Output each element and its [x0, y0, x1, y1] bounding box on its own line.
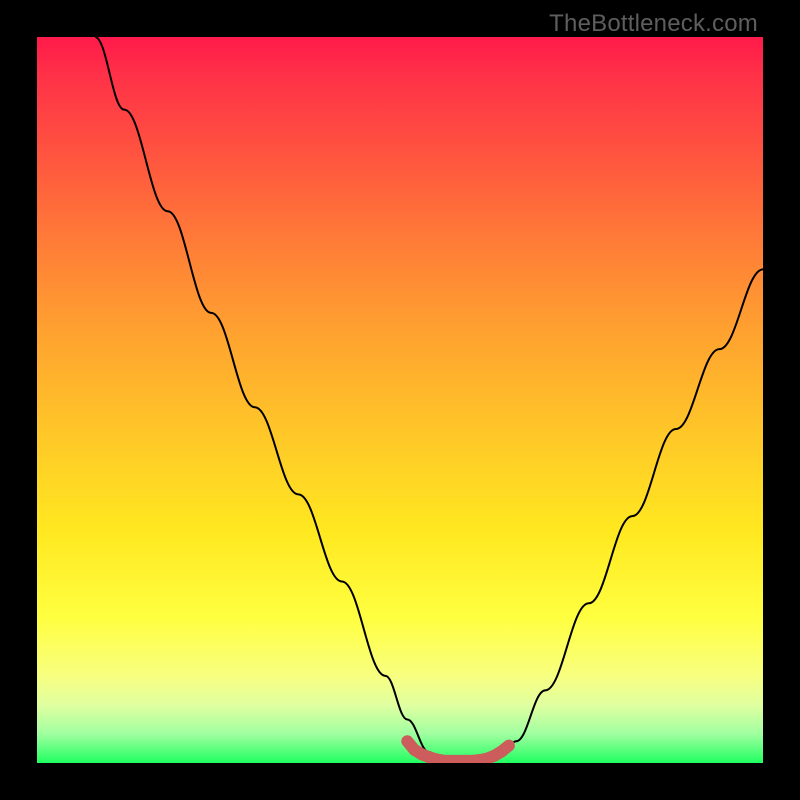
chart-container: TheBottleneck.com: [0, 0, 800, 800]
watermark-text: TheBottleneck.com: [549, 10, 758, 38]
band-segment: [502, 746, 509, 752]
curve-line: [95, 37, 763, 761]
chart-svg: [37, 37, 763, 763]
curve-path: [95, 37, 763, 761]
